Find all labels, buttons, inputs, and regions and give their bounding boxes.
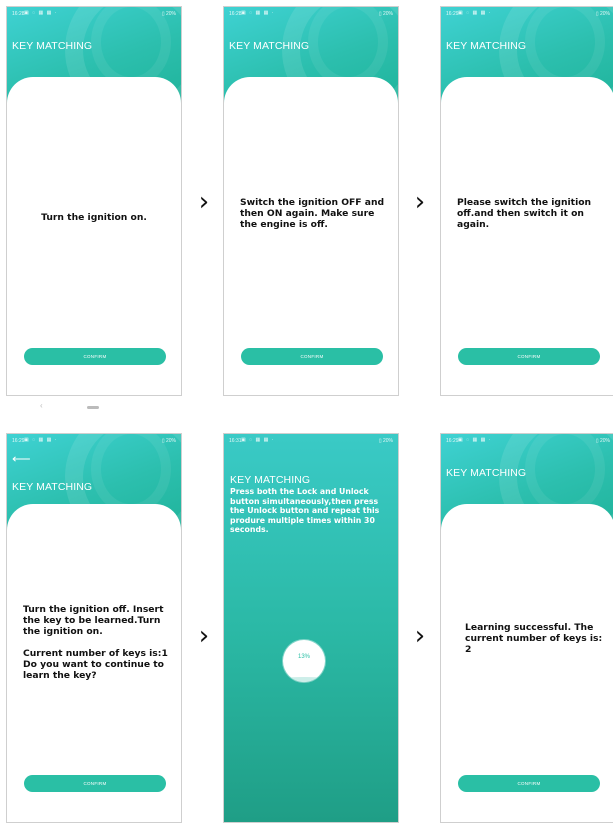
page-title: KEY MATCHING bbox=[230, 474, 311, 486]
phone-screen-6: 16:29 ▣ ◌ ▦ ▦ · ▯ 20% KEY MATCHING Learn… bbox=[440, 433, 613, 823]
instruction-text: Turn the ignition off. Insert the key to… bbox=[23, 604, 171, 692]
status-battery: ▯ 20% bbox=[161, 11, 176, 17]
status-time: 16:29 bbox=[446, 11, 459, 17]
learning-progress-circle: 13% bbox=[283, 640, 325, 682]
phone-screen-1: 16:28 ▣ ◌ ▦ ▦ · ▯ 20% KEY MATCHING Turn … bbox=[6, 6, 182, 396]
page-title: KEY MATCHING bbox=[446, 40, 527, 52]
confirm-button[interactable]: CONFIRM bbox=[24, 775, 166, 792]
status-bar: 16:28 ▣ ◌ ▦ ▦ · ▯ 20% bbox=[7, 7, 181, 21]
status-icons: ▣ ◌ ▦ ▦ · bbox=[458, 437, 492, 443]
back-nav-icon[interactable]: ‹ bbox=[40, 401, 43, 410]
instruction-text: Please switch the ignition off.and then … bbox=[457, 197, 592, 230]
result-text: Learning successful. The current number … bbox=[465, 622, 603, 655]
status-icons: ▣ ◌ ▦ ▦ · bbox=[241, 437, 275, 443]
battery-icon: ▯ bbox=[161, 11, 165, 17]
progress-fill bbox=[283, 676, 325, 682]
confirm-button[interactable]: CONFIRM bbox=[458, 348, 600, 365]
status-battery: ▯ 20% bbox=[161, 438, 176, 444]
status-time: 16:28 bbox=[229, 11, 242, 17]
page-title: KEY MATCHING bbox=[12, 40, 93, 52]
status-bar: 16:29 ▣ ◌ ▦ ▦ · ▯ 20% bbox=[441, 7, 613, 21]
status-time: 16:29 bbox=[12, 438, 25, 444]
page-title: KEY MATCHING bbox=[229, 40, 310, 52]
home-nav-pill[interactable] bbox=[87, 406, 99, 409]
status-bar: 16:31 ▣ ◌ ▦ ▦ · ▯ 20% bbox=[224, 434, 398, 448]
instruction-text: Turn the ignition on. bbox=[41, 212, 147, 223]
next-step-arrow-icon: › bbox=[198, 187, 210, 217]
status-bar: 16:29 ▣ ◌ ▦ ▦ · ▯ 20% bbox=[7, 434, 181, 448]
back-arrow-icon[interactable]: ⟵ bbox=[12, 452, 31, 465]
instruction-text: Press both the Lock and Unlock button si… bbox=[230, 487, 380, 535]
battery-icon: ▯ bbox=[161, 438, 165, 444]
status-battery: ▯ 20% bbox=[378, 438, 393, 444]
battery-icon: ▯ bbox=[595, 438, 599, 444]
status-time: 16:28 bbox=[12, 11, 25, 17]
page-title: KEY MATCHING bbox=[12, 481, 93, 493]
battery-icon: ▯ bbox=[378, 438, 382, 444]
status-battery: ▯ 20% bbox=[378, 11, 393, 17]
status-battery: ▯ 20% bbox=[595, 11, 610, 17]
progress-percent: 13% bbox=[297, 654, 310, 660]
next-step-arrow-icon: › bbox=[414, 621, 426, 651]
page-title: KEY MATCHING bbox=[446, 467, 527, 479]
status-bar: 16:29 ▣ ◌ ▦ ▦ · ▯ 20% bbox=[441, 434, 613, 448]
system-nav-bar: ‹ bbox=[40, 401, 120, 412]
confirm-button[interactable]: CONFIRM bbox=[24, 348, 166, 365]
status-time: 16:31 bbox=[229, 438, 242, 444]
phone-screen-5: 16:31 ▣ ◌ ▦ ▦ · ▯ 20% KEY MATCHING Press… bbox=[223, 433, 399, 823]
confirm-button[interactable]: CONFIRM bbox=[458, 775, 600, 792]
instruction-paragraph-2: Current number of keys is:1 Do you want … bbox=[23, 648, 168, 681]
phone-screen-4: 16:29 ▣ ◌ ▦ ▦ · ▯ 20% ⟵ KEY MATCHING Tur… bbox=[6, 433, 182, 823]
status-icons: ▣ ◌ ▦ ▦ · bbox=[24, 437, 58, 443]
next-step-arrow-icon: › bbox=[198, 621, 210, 651]
status-bar: 16:28 ▣ ◌ ▦ ▦ · ▯ 20% bbox=[224, 7, 398, 21]
status-battery: ▯ 20% bbox=[595, 438, 610, 444]
instruction-text: Switch the ignition OFF and then ON agai… bbox=[240, 197, 385, 230]
battery-icon: ▯ bbox=[378, 11, 382, 17]
status-icons: ▣ ◌ ▦ ▦ · bbox=[24, 10, 58, 16]
status-icons: ▣ ◌ ▦ ▦ · bbox=[241, 10, 275, 16]
status-time: 16:29 bbox=[446, 438, 459, 444]
next-step-arrow-icon: › bbox=[414, 187, 426, 217]
phone-screen-3: 16:29 ▣ ◌ ▦ ▦ · ▯ 20% KEY MATCHING Pleas… bbox=[440, 6, 613, 396]
confirm-button[interactable]: CONFIRM bbox=[241, 348, 383, 365]
phone-screen-2: 16:28 ▣ ◌ ▦ ▦ · ▯ 20% KEY MATCHING Switc… bbox=[223, 6, 399, 396]
instruction-paragraph-1: Turn the ignition off. Insert the key to… bbox=[23, 604, 164, 637]
status-icons: ▣ ◌ ▦ ▦ · bbox=[458, 10, 492, 16]
battery-icon: ▯ bbox=[595, 11, 599, 17]
